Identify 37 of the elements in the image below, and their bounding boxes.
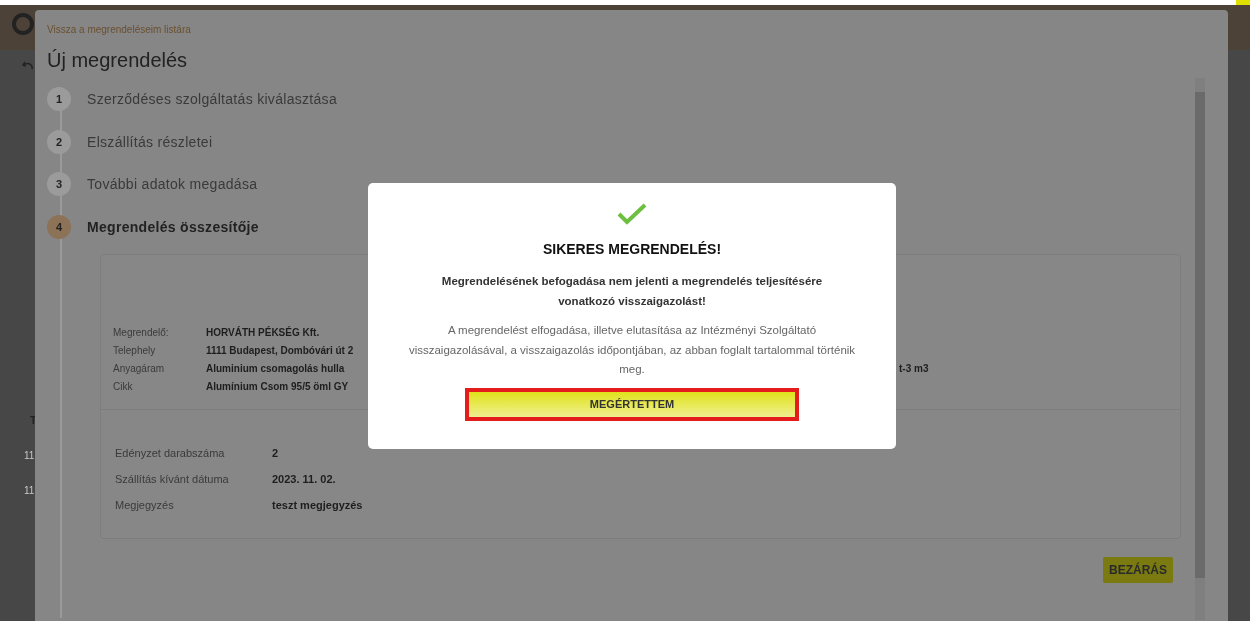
back-arrow-icon[interactable] bbox=[22, 60, 34, 72]
field-label: Cikk bbox=[113, 380, 134, 392]
field-label: Telephely bbox=[113, 344, 157, 356]
field-value: teszt megjegyzés bbox=[272, 499, 363, 511]
confirm-button[interactable]: MEGÉRTETTEM bbox=[465, 387, 799, 421]
back-link[interactable]: Vissza a megrendeléseim listára bbox=[47, 24, 1216, 35]
scrollbar[interactable] bbox=[1195, 78, 1205, 620]
logo-icon bbox=[12, 13, 34, 35]
field-label: Megrendelő: bbox=[113, 326, 170, 338]
modal-title: SIKERES MEGRENDELÉS! bbox=[542, 241, 722, 257]
field-label: Anyagáram bbox=[113, 362, 166, 374]
check-icon bbox=[617, 203, 647, 225]
close-button[interactable]: BEZÁRÁS bbox=[1103, 557, 1173, 583]
field-label: Szállítás kívánt dátuma bbox=[115, 473, 230, 485]
field-value: Alumínium Csom 95/5 öml GY bbox=[206, 380, 349, 392]
table-cell: 11 bbox=[24, 450, 35, 461]
field-label: Edényzet darabszáma bbox=[115, 447, 226, 459]
step-label[interactable]: További adatok megadása bbox=[87, 176, 258, 193]
field-value: 2 bbox=[272, 447, 279, 459]
dialog-title: Új megrendelés bbox=[47, 49, 189, 72]
step-label[interactable]: Megrendelés összesítője bbox=[87, 218, 259, 235]
modal-text: A megrendelést elfogadása, illetve elutasítása az Intézményi Szolgáltató visszaigazolásával, a visszaigazolás időpontjában, az abban foglalt tartalommal történik meg. bbox=[407, 323, 857, 377]
field-label: Megjegyzés bbox=[115, 499, 175, 511]
header-accent bbox=[1236, 0, 1250, 5]
table-cell: 11 bbox=[24, 485, 35, 496]
step-label[interactable]: Szerződéses szolgáltatás kiválasztása bbox=[87, 91, 337, 108]
step-number[interactable]: 3 bbox=[47, 172, 71, 197]
field-value: Aluminium csomagolás hulla bbox=[206, 362, 345, 374]
field-value: 1111 Budapest, Dombóvári út 2 bbox=[206, 344, 354, 356]
field-value: HORVÁTH PÉKSÉG Kft. bbox=[206, 326, 320, 338]
field-value: 2023. 11. 02. bbox=[272, 473, 336, 485]
step-label[interactable]: Elszállítás részletei bbox=[87, 133, 213, 150]
field-value: t-3 m3 bbox=[899, 362, 929, 374]
step-number[interactable]: 4 bbox=[47, 214, 71, 239]
modal-notice: Megrendelésének befogadása nem jelenti a megrendelés teljesítésére vonatkozó visszaigazolást! bbox=[440, 274, 824, 309]
step-number[interactable]: 2 bbox=[47, 129, 71, 154]
step-number[interactable]: 1 bbox=[47, 87, 71, 112]
